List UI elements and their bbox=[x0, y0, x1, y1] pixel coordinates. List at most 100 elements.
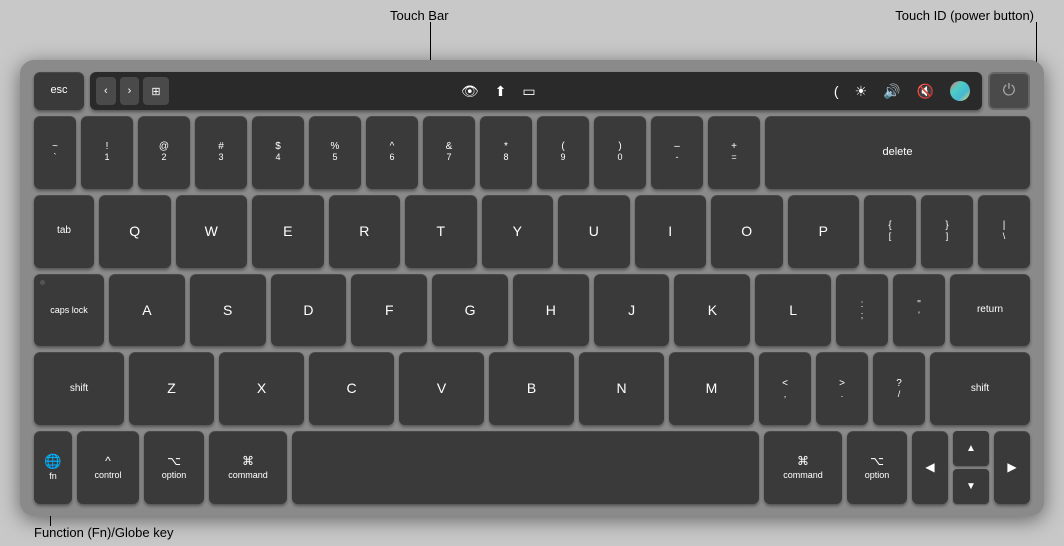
key-c[interactable]: C bbox=[309, 352, 394, 425]
bottom-row: 🌐 fn ^ control ⌥ option ⌘ command ⌘ comm… bbox=[34, 431, 1030, 504]
touch-bar-eye-btn[interactable]: 👁 bbox=[455, 77, 485, 105]
key-8[interactable]: *8 bbox=[480, 116, 532, 189]
key-period[interactable]: >. bbox=[816, 352, 868, 425]
touch-bar-back-btn[interactable]: ‹ bbox=[96, 77, 116, 105]
fn-globe-label: Function (Fn)/Globe key bbox=[34, 525, 173, 540]
grid-icon: ⊞ bbox=[151, 85, 160, 98]
key-bracket-close[interactable]: }] bbox=[921, 195, 973, 268]
key-k[interactable]: K bbox=[674, 274, 750, 347]
key-t[interactable]: T bbox=[405, 195, 477, 268]
key-tab[interactable]: tab bbox=[34, 195, 94, 268]
key-z[interactable]: Z bbox=[129, 352, 214, 425]
option-right-label: option bbox=[865, 470, 890, 481]
key-bracket-open[interactable]: {[ bbox=[864, 195, 916, 268]
key-3[interactable]: #3 bbox=[195, 116, 247, 189]
command-right-label: command bbox=[783, 470, 823, 481]
key-command-left[interactable]: ⌘ command bbox=[209, 431, 287, 504]
key-option-left[interactable]: ⌥ option bbox=[144, 431, 204, 504]
key-arrow-right[interactable]: ▶ bbox=[994, 431, 1030, 504]
tab-row: tab Q W E R T Y U I O P {[ }] |\ bbox=[34, 195, 1030, 268]
touch-bar-forward-btn[interactable]: › bbox=[120, 77, 140, 105]
shift-row: shift Z X C V B N M <, >. ?/ shift bbox=[34, 352, 1030, 425]
key-return[interactable]: return bbox=[950, 274, 1030, 347]
key-semicolon[interactable]: :; bbox=[836, 274, 888, 347]
mute-icon: 🔇 bbox=[917, 83, 934, 100]
key-g[interactable]: G bbox=[432, 274, 508, 347]
key-capslock[interactable]: caps lock bbox=[34, 274, 104, 347]
key-a[interactable]: A bbox=[109, 274, 185, 347]
key-arrow-up[interactable]: ▲ bbox=[953, 431, 989, 466]
key-r[interactable]: R bbox=[329, 195, 401, 268]
key-equals[interactable]: += bbox=[708, 116, 760, 189]
option-right-symbol: ⌥ bbox=[870, 454, 884, 468]
touch-bar-mute-btn[interactable]: 🔇 bbox=[911, 77, 940, 105]
touch-bar-siri-btn[interactable] bbox=[944, 77, 976, 105]
key-fn[interactable]: 🌐 fn bbox=[34, 431, 72, 504]
key-6[interactable]: ^6 bbox=[366, 116, 418, 189]
key-x[interactable]: X bbox=[219, 352, 304, 425]
key-l[interactable]: L bbox=[755, 274, 831, 347]
key-v[interactable]: V bbox=[399, 352, 484, 425]
arrow-updown-container: ▲ ▼ bbox=[953, 431, 989, 504]
key-y[interactable]: Y bbox=[482, 195, 554, 268]
key-i[interactable]: I bbox=[635, 195, 707, 268]
key-backslash[interactable]: |\ bbox=[978, 195, 1030, 268]
key-option-right[interactable]: ⌥ option bbox=[847, 431, 907, 504]
key-quote[interactable]: "' bbox=[893, 274, 945, 347]
key-space[interactable] bbox=[292, 431, 759, 504]
key-q[interactable]: Q bbox=[99, 195, 171, 268]
key-backtick[interactable]: ~` bbox=[34, 116, 76, 189]
control-label: control bbox=[94, 470, 121, 481]
key-shift-right[interactable]: shift bbox=[930, 352, 1030, 425]
key-b[interactable]: B bbox=[489, 352, 574, 425]
globe-icon: 🌐 bbox=[44, 453, 61, 470]
capslock-indicator bbox=[40, 280, 45, 285]
key-n[interactable]: N bbox=[579, 352, 664, 425]
key-m[interactable]: M bbox=[669, 352, 754, 425]
key-arrow-left[interactable]: ◀ bbox=[912, 431, 948, 504]
key-command-right[interactable]: ⌘ command bbox=[764, 431, 842, 504]
key-4[interactable]: $4 bbox=[252, 116, 304, 189]
key-slash[interactable]: ?/ bbox=[873, 352, 925, 425]
esc-key[interactable]: esc bbox=[34, 72, 84, 110]
key-control[interactable]: ^ control bbox=[77, 431, 139, 504]
fn-label: fn bbox=[49, 471, 57, 482]
key-e[interactable]: E bbox=[252, 195, 324, 268]
key-w[interactable]: W bbox=[176, 195, 248, 268]
key-minus[interactable]: –- bbox=[651, 116, 703, 189]
touch-bar[interactable]: ‹ › ⊞ 👁 ⬆ ▭ ( ☀ bbox=[90, 72, 982, 110]
command-right-symbol: ⌘ bbox=[797, 454, 809, 468]
brightness-icon: ☀ bbox=[855, 83, 868, 100]
paren-icon: ( bbox=[834, 83, 839, 99]
touch-bar-screen-btn[interactable]: ▭ bbox=[516, 77, 541, 105]
key-0[interactable]: )0 bbox=[594, 116, 646, 189]
touch-id-key[interactable]: ⏻ bbox=[988, 72, 1030, 110]
key-arrow-down[interactable]: ▼ bbox=[953, 469, 989, 504]
capslock-label: caps lock bbox=[50, 305, 88, 316]
key-s[interactable]: S bbox=[190, 274, 266, 347]
key-2[interactable]: @2 bbox=[138, 116, 190, 189]
touch-bar-volume-btn[interactable]: 🔊 bbox=[877, 77, 906, 105]
touch-bar-paren-btn[interactable]: ( bbox=[828, 77, 845, 105]
key-f[interactable]: F bbox=[351, 274, 427, 347]
key-u[interactable]: U bbox=[558, 195, 630, 268]
touch-bar-grid-btn[interactable]: ⊞ bbox=[143, 77, 168, 105]
touch-bar-brightness-btn[interactable]: ☀ bbox=[849, 77, 874, 105]
touch-bar-share-btn[interactable]: ⬆ bbox=[489, 77, 513, 105]
number-row: ~` !1 @2 #3 $4 %5 ^6 &7 *8 (9 )0 –- += d… bbox=[34, 116, 1030, 189]
option-left-label: option bbox=[162, 470, 187, 481]
key-7[interactable]: &7 bbox=[423, 116, 475, 189]
key-shift-left[interactable]: shift bbox=[34, 352, 124, 425]
key-comma[interactable]: <, bbox=[759, 352, 811, 425]
key-j[interactable]: J bbox=[594, 274, 670, 347]
option-left-symbol: ⌥ bbox=[167, 454, 181, 468]
key-5[interactable]: %5 bbox=[309, 116, 361, 189]
key-h[interactable]: H bbox=[513, 274, 589, 347]
key-delete[interactable]: delete bbox=[765, 116, 1030, 189]
key-o[interactable]: O bbox=[711, 195, 783, 268]
key-p[interactable]: P bbox=[788, 195, 860, 268]
key-9[interactable]: (9 bbox=[537, 116, 589, 189]
caps-row: caps lock A S D F G H J K L :; "' return bbox=[34, 274, 1030, 347]
key-d[interactable]: D bbox=[271, 274, 347, 347]
key-1[interactable]: !1 bbox=[81, 116, 133, 189]
